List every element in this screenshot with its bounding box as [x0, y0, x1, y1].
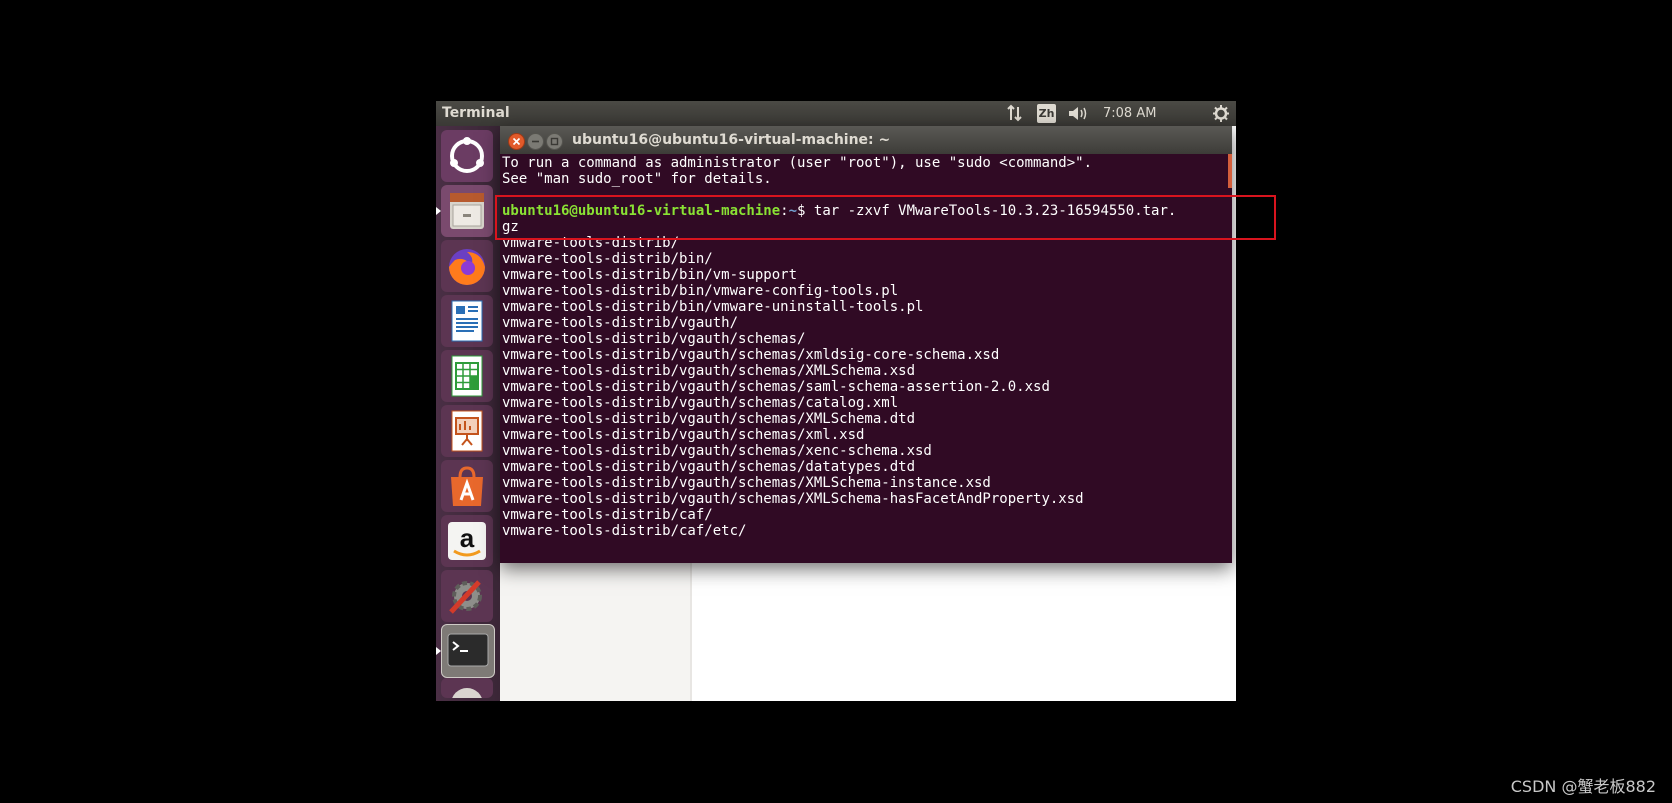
network-icon[interactable]: [1006, 104, 1024, 123]
dash-icon[interactable]: [441, 130, 493, 182]
output-line: vmware-tools-distrib/vgauth/: [502, 315, 739, 331]
command-highlight-box: [495, 195, 1276, 240]
software-center-icon[interactable]: [441, 460, 493, 512]
keyboard-icon[interactable]: Zh: [1037, 104, 1056, 123]
scrollbar[interactable]: [1228, 154, 1232, 188]
watermark: CSDN @蟹老板882: [1510, 777, 1656, 796]
output-line: vmware-tools-distrib/vgauth/schemas/XMLS…: [502, 411, 916, 427]
amazon-icon[interactable]: a: [441, 515, 493, 567]
clock[interactable]: 7:08 AM: [1103, 104, 1156, 123]
maximize-icon[interactable]: [546, 133, 563, 150]
terminal-title: ubuntu16@ubuntu16-virtual-machine: ~: [572, 132, 891, 148]
files-icon[interactable]: [441, 185, 493, 237]
output-line: vmware-tools-distrib/bin/vmware-uninstal…: [502, 299, 924, 315]
launcher: a: [436, 126, 500, 701]
minimize-icon[interactable]: [527, 133, 544, 150]
top-panel: Terminal Zh 7:08 AM: [436, 101, 1236, 126]
output-line: vmware-tools-distrib/vgauth/schemas/cata…: [502, 395, 899, 411]
terminal-icon[interactable]: [441, 624, 495, 678]
output-line: vmware-tools-distrib/vgauth/schemas/data…: [502, 459, 916, 475]
firefox-icon[interactable]: [441, 240, 493, 292]
output-line: vmware-tools-distrib/vgauth/schemas/xml.…: [502, 427, 865, 443]
output-line: vmware-tools-distrib/vgauth/schemas/xenc…: [502, 443, 932, 459]
close-icon[interactable]: [508, 133, 525, 150]
output-line: vmware-tools-distrib/bin/vm-support: [502, 267, 798, 283]
output-line: vmware-tools-distrib/bin/vmware-config-t…: [502, 283, 899, 299]
volume-icon[interactable]: [1067, 104, 1089, 123]
ubuntu-desktop: Terminal Zh 7:08 AM a ubuntu16@ubuntu16-…: [436, 101, 1236, 701]
svg-text:a: a: [460, 523, 475, 553]
terminal-titlebar[interactable]: ubuntu16@ubuntu16-virtual-machine: ~: [500, 126, 1232, 154]
output-line: vmware-tools-distrib/vgauth/schemas/saml…: [502, 379, 1050, 395]
output-line: vmware-tools-distrib/caf/: [502, 507, 713, 523]
impress-icon[interactable]: [441, 405, 493, 457]
output-line: vmware-tools-distrib/vgauth/schemas/: [502, 331, 806, 347]
calc-icon[interactable]: [441, 350, 493, 402]
settings-icon[interactable]: [1212, 104, 1230, 123]
active-app-title: Terminal: [442, 105, 510, 121]
output-line: vmware-tools-distrib/caf/etc/: [502, 523, 747, 539]
terminal-line: To run a command as administrator (user …: [502, 155, 1093, 171]
output-line: vmware-tools-distrib/vgauth/schemas/XMLS…: [502, 363, 916, 379]
output-line: vmware-tools-distrib/vgauth/schemas/XMLS…: [502, 475, 991, 491]
output-line: vmware-tools-distrib/bin/: [502, 251, 713, 267]
output-line: vmware-tools-distrib/vgauth/schemas/xmld…: [502, 347, 1000, 363]
output-line: vmware-tools-distrib/vgauth/schemas/XMLS…: [502, 491, 1084, 507]
terminal-window[interactable]: ubuntu16@ubuntu16-virtual-machine: ~ To …: [500, 126, 1232, 563]
writer-icon[interactable]: [441, 295, 493, 347]
system-settings-icon[interactable]: [441, 570, 493, 622]
terminal-line: See "man sudo_root" for details.: [502, 171, 772, 187]
dvd-icon[interactable]: [441, 678, 493, 698]
